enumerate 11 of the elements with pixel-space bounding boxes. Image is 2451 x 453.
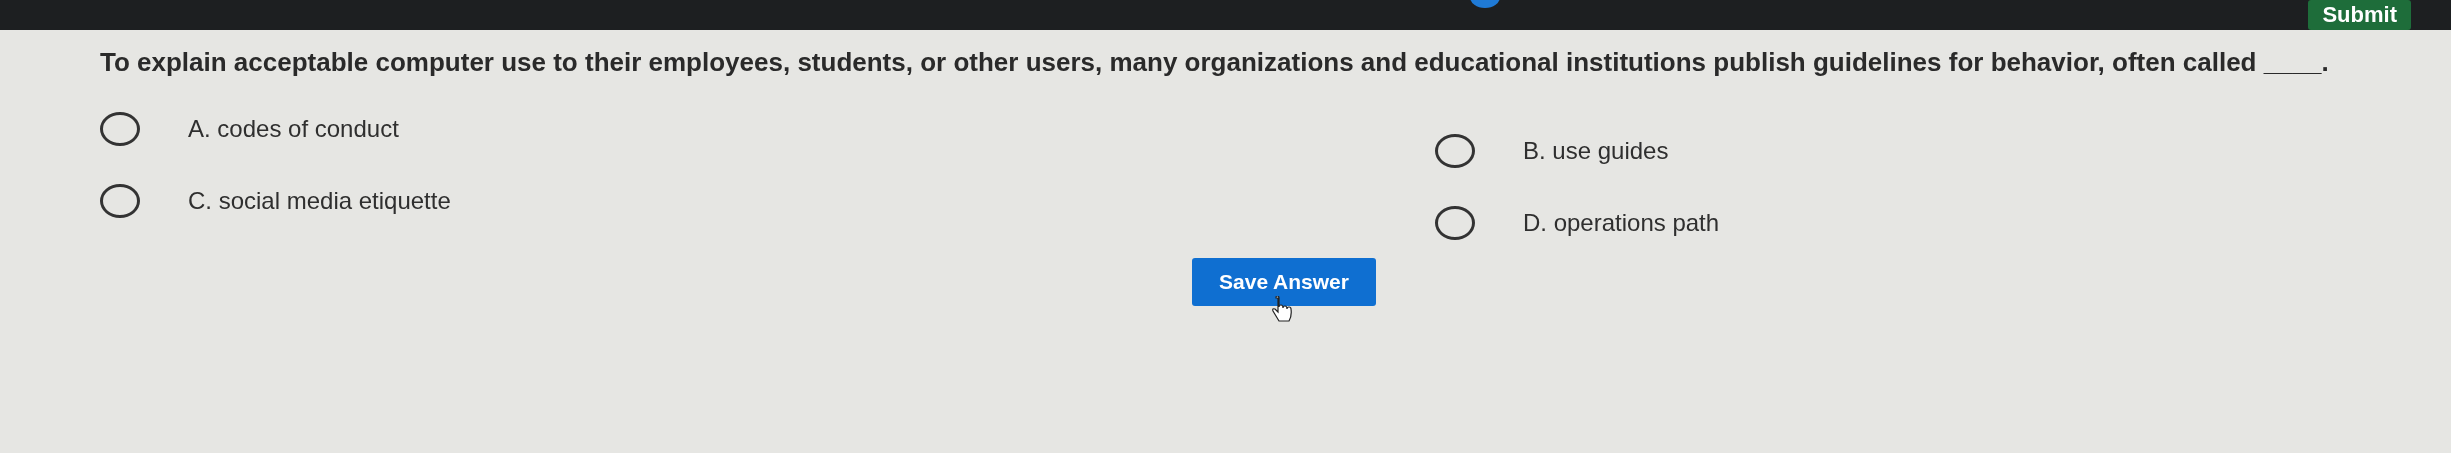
option-label: A. codes of conduct — [188, 115, 399, 144]
radio-button[interactable] — [100, 112, 140, 147]
question-text: To explain acceptable computer use to their employees, students, or other users, many organizations and educational institutions publish guidelines for behavior, often called ____. — [99, 46, 2330, 79]
radio-button[interactable] — [1435, 134, 1475, 169]
option-label: B. use guides — [1523, 137, 1669, 166]
submit-button[interactable]: Submit — [2308, 0, 2411, 30]
radio-button[interactable] — [1435, 206, 1475, 241]
radio-button[interactable] — [100, 184, 140, 219]
option-label: C. social media etiquette — [188, 187, 451, 216]
save-answer-button[interactable]: Save Answer — [1192, 258, 1376, 307]
option-label: D. operations path — [1523, 209, 1720, 238]
